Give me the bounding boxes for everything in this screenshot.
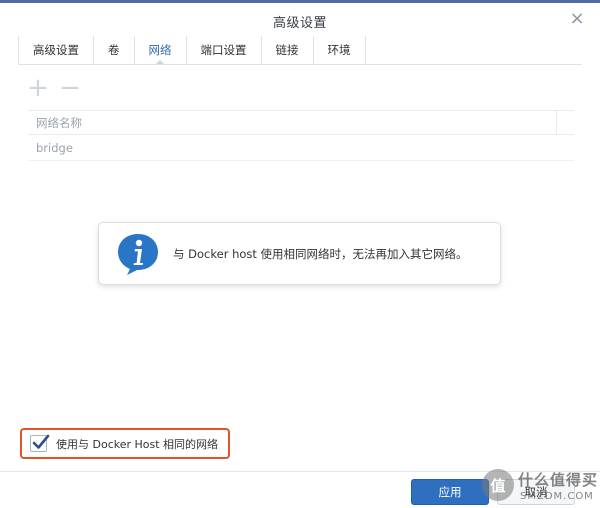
info-message: 与 Docker host 使用相同网络时，无法再加入其它网络。: [173, 246, 468, 261]
tab-links[interactable]: 链接: [260, 36, 313, 64]
column-header-network-name[interactable]: 网络名称: [28, 110, 574, 135]
network-name-cell: bridge: [36, 140, 73, 155]
tab-advanced-settings[interactable]: 高级设置: [18, 36, 93, 64]
title-bar: 高级设置 ×: [0, 6, 600, 34]
same-network-option: 使用与 Docker Host 相同的网络: [20, 428, 230, 459]
checkmark-icon: [32, 434, 50, 449]
tab-bar: 高级设置 卷 网络 端口设置 链接 环境: [18, 36, 366, 65]
advanced-settings-dialog: 高级设置 × 高级设置 卷 网络 端口设置 链接 环境 + − 网络名称 bri…: [0, 0, 600, 508]
tab-network[interactable]: 网络: [133, 36, 186, 65]
tab-divider: [18, 64, 582, 65]
same-network-label: 使用与 Docker Host 相同的网络: [56, 437, 219, 451]
column-header-label: 网络名称: [36, 115, 82, 130]
info-message-box: 与 Docker host 使用相同网络时，无法再加入其它网络。: [98, 222, 501, 285]
tab-port-settings[interactable]: 端口设置: [185, 36, 261, 64]
apply-button[interactable]: 应用: [411, 479, 489, 505]
add-icon[interactable]: +: [27, 73, 49, 103]
tab-volume[interactable]: 卷: [93, 36, 134, 64]
footer-divider: [0, 471, 600, 472]
table-row[interactable]: bridge: [28, 135, 574, 161]
column-separator: [556, 111, 557, 135]
dialog-title: 高级设置: [272, 16, 327, 31]
close-icon[interactable]: ×: [568, 10, 586, 28]
info-icon: [118, 233, 158, 275]
cancel-button[interactable]: 取消: [497, 479, 575, 505]
same-network-checkbox[interactable]: [30, 434, 50, 452]
network-table: 网络名称 bridge: [28, 110, 574, 161]
network-toolbar: + −: [27, 73, 81, 103]
remove-icon[interactable]: −: [59, 73, 81, 103]
tab-environment[interactable]: 环境: [312, 36, 366, 64]
